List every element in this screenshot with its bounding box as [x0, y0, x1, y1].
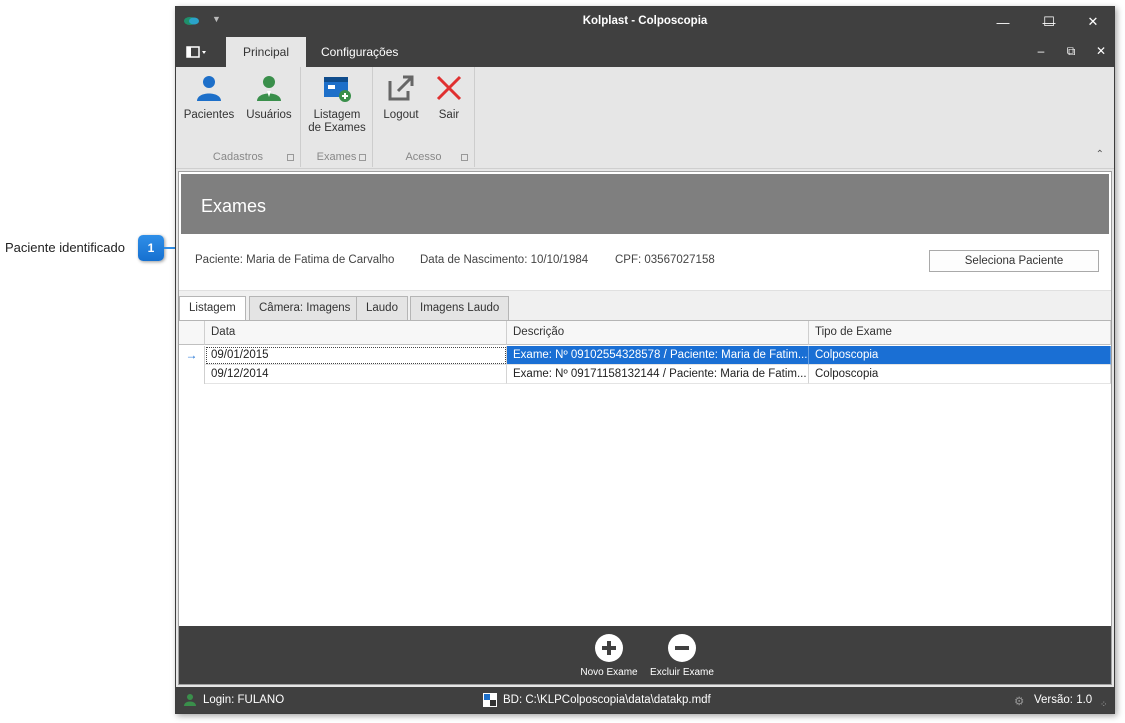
tab-laudo[interactable]: Laudo	[356, 296, 408, 321]
column-header-tipo[interactable]: Tipo de Exame	[809, 321, 1111, 345]
group-caption-cadastros: Cadastros	[212, 151, 264, 163]
user-icon	[257, 76, 281, 101]
novo-exame-label: Novo Exame	[580, 667, 638, 678]
exams-grid: Data Descrição Tipo de Exame → 09/01/201…	[179, 320, 1111, 626]
row-indicator-arrow-icon: →	[179, 346, 205, 365]
person-icon	[197, 76, 221, 101]
logout-button[interactable]: Logout	[377, 73, 425, 122]
tab-imagens-laudo[interactable]: Imagens Laudo	[410, 296, 510, 321]
close-x-icon	[436, 75, 462, 101]
usuarios-label: Usuários	[246, 109, 292, 121]
app-menu-icon	[186, 46, 206, 58]
client-area: Exames Paciente: Maria de Fatima de Carv…	[178, 171, 1112, 685]
maximize-window-button[interactable]: ☐	[1034, 11, 1064, 33]
page-title: Exames	[201, 196, 267, 216]
group-caption-acesso: Acesso	[405, 151, 442, 163]
mdi-minimize-button[interactable]: –	[1032, 44, 1050, 58]
column-header-descricao[interactable]: Descrição	[507, 321, 809, 345]
resize-grip-icon[interactable]: ⁘	[1100, 699, 1108, 710]
cell-data[interactable]: 09/01/2015	[205, 346, 507, 365]
plus-circle-icon	[595, 634, 623, 662]
tab-camera-imagens[interactable]: Câmera: Imagens	[249, 296, 361, 321]
status-bar: Login: FULANO BD: C:\KLPColposcopia\data…	[176, 687, 1114, 713]
novo-exame-button[interactable]: Novo Exame	[575, 634, 643, 678]
cell-data[interactable]: 09/12/2014	[205, 365, 507, 384]
version-label: Versão: 1.0	[1034, 694, 1093, 706]
annotation-badge: 1	[138, 235, 164, 261]
annotation-label: Paciente identificado	[5, 240, 125, 255]
ribbon-group-exames: Listagem de Exames Exames	[301, 67, 373, 167]
listagem-label-line1: Listagem	[313, 109, 361, 121]
tab-listagem[interactable]: Listagem	[179, 296, 246, 322]
exam-tabs: Listagem Câmera: Imagens Laudo Imagens L…	[179, 290, 1111, 322]
action-bar: Novo Exame Excluir Exame	[179, 626, 1111, 684]
collapse-ribbon-icon[interactable]: ⌃	[1096, 149, 1104, 160]
table-row[interactable]: → 09/01/2015 Exame: Nº 09102554328578 / …	[179, 346, 1111, 365]
pacientes-button[interactable]: Pacientes	[182, 73, 236, 122]
grid-indicator-header	[179, 321, 205, 345]
patient-birthdate: Data de Nascimento: 10/10/1984	[420, 254, 589, 266]
ribbon-tab-bar: Principal Configurações – ⧉ ✕	[176, 37, 1114, 67]
cell-tipo[interactable]: Colposcopia	[809, 346, 1111, 365]
app-window: ▼ Kolplast - Colposcopia — — ☐ ✕ Princip…	[175, 6, 1115, 714]
login-status: Login: FULANO	[203, 694, 285, 706]
window-title: Kolplast - Colposcopia	[582, 15, 708, 27]
title-bar: ▼ Kolplast - Colposcopia —	[176, 7, 1114, 37]
group-launcher-cadastros[interactable]	[287, 154, 294, 161]
table-row[interactable]: 09/12/2014 Exame: Nº 09171158132144 / Pa…	[179, 365, 1111, 384]
sair-label: Sair	[438, 109, 460, 121]
column-header-data[interactable]: Data	[205, 321, 507, 345]
logout-label: Logout	[383, 109, 419, 121]
listagem-label-line2: de Exames	[308, 122, 366, 134]
mdi-restore-button[interactable]: ⧉	[1062, 44, 1080, 59]
user-status-icon	[184, 694, 196, 706]
database-path: BD: C:\KLPColposcopia\data\datakp.mdf	[503, 694, 711, 706]
tab-configuracoes[interactable]: Configurações	[304, 37, 415, 67]
sair-button[interactable]: Sair	[427, 73, 471, 122]
close-window-button[interactable]: ✕	[1078, 11, 1108, 33]
mdi-close-button[interactable]: ✕	[1092, 44, 1110, 58]
seleciona-paciente-button[interactable]: Seleciona Paciente	[929, 250, 1099, 272]
group-launcher-exames[interactable]	[359, 154, 366, 161]
pacientes-label: Pacientes	[183, 109, 235, 121]
database-icon	[483, 693, 497, 707]
minus-circle-icon	[668, 634, 696, 662]
patient-name: Paciente: Maria de Fatima de Carvalho	[195, 254, 395, 266]
panel-header: Exames	[181, 174, 1109, 234]
cell-descricao[interactable]: Exame: Nº 09171158132144 / Paciente: Mar…	[507, 365, 809, 384]
tab-principal[interactable]: Principal	[226, 37, 307, 67]
excluir-exame-label: Excluir Exame	[650, 667, 714, 678]
cell-tipo[interactable]: Colposcopia	[809, 365, 1111, 384]
gear-icon: ⚙	[1014, 696, 1025, 708]
group-launcher-acesso[interactable]	[461, 154, 468, 161]
listagem-exames-button[interactable]: Listagem de Exames	[305, 73, 369, 135]
cell-descricao[interactable]: Exame: Nº 09102554328578 / Paciente: Mar…	[507, 346, 809, 365]
exam-list-icon	[324, 77, 351, 102]
logout-icon	[388, 75, 414, 101]
app-menu-button[interactable]	[186, 45, 216, 61]
ribbon: Pacientes Usuários Cadastros Listagem de…	[176, 67, 1114, 169]
excluir-exame-button[interactable]: Excluir Exame	[647, 634, 717, 678]
patient-cpf: CPF: 03567027158	[615, 254, 715, 266]
minimize-window-button[interactable]: —	[988, 11, 1018, 33]
ribbon-group-acesso: Logout Sair Acesso	[373, 67, 475, 167]
usuarios-button[interactable]: Usuários	[242, 73, 296, 122]
row-indicator	[179, 365, 205, 384]
ribbon-group-cadastros: Pacientes Usuários Cadastros	[176, 67, 301, 167]
